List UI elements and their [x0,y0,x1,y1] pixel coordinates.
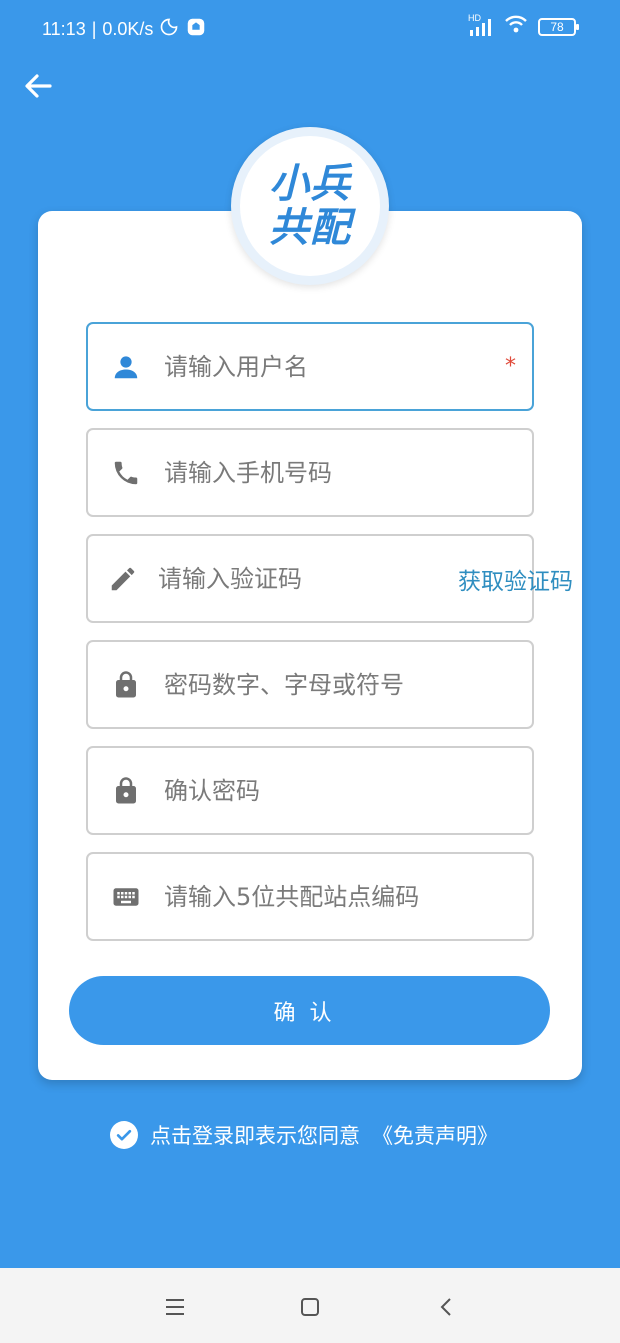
logo-text-line2: 共配 [269,205,351,251]
verification-code-field[interactable]: 获取验证码 [86,534,573,623]
confirm-password-field[interactable] [86,746,534,835]
disclaimer-link[interactable]: 《免责声明》 [372,1120,498,1150]
pencil-icon [108,561,138,597]
back-button[interactable] [22,66,58,106]
logo-text-line1: 小兵 [269,161,351,207]
menu-icon [166,1299,184,1315]
agreement-checkbox[interactable] [110,1121,138,1149]
battery-indicator: 78 [538,17,579,36]
status-right: HD 78 [468,13,579,39]
username-input[interactable] [164,346,505,387]
phone-input[interactable] [164,452,532,493]
arrow-left-icon [25,74,52,98]
app-logo: 小兵 共配 [231,127,389,285]
lock-icon [108,667,144,703]
back-nav-button[interactable] [432,1292,462,1322]
confirm-password-input[interactable] [164,770,532,811]
agreement-row: 点击登录即表示您同意 《免责声明》 [110,1118,498,1152]
cell-signal-icon: HD [468,13,494,37]
password-input[interactable] [164,664,532,705]
phone-field[interactable] [86,428,534,517]
station-code-field[interactable] [86,852,534,941]
get-code-button[interactable]: 获取验证码 [458,562,573,596]
status-bar: 11:13 | 0.0K/s HD 78 [0,0,620,56]
system-nav-bar [0,1268,620,1343]
home-square-icon [301,1298,319,1316]
person-icon [108,349,144,385]
menu-nav-button[interactable] [160,1292,190,1322]
home-nav-button[interactable] [295,1292,325,1322]
status-time: 11:13 [42,19,86,39]
check-icon [116,1129,132,1141]
verification-code-input[interactable] [158,558,458,599]
logo-inner: 小兵 共配 [240,136,380,276]
confirm-button[interactable]: 确认 [69,976,550,1045]
required-mark: * [505,354,516,379]
moon-icon [159,17,179,42]
agreement-text: 点击登录即表示您同意 [150,1124,360,1148]
status-left: 11:13 | 0.0K/s [42,16,207,43]
signal-hd-label: HD [468,12,481,23]
station-code-input[interactable] [164,876,532,917]
vpn-shield-icon [185,16,207,43]
wifi-icon [504,14,528,39]
keyboard-icon [108,879,144,915]
status-divider: | [91,19,97,39]
status-speed: 0.0K/s [102,19,154,39]
chevron-left-icon [440,1298,451,1316]
lock-icon [108,773,144,809]
password-field[interactable] [86,640,534,729]
phone-icon [108,455,144,491]
username-field[interactable]: * [86,322,534,411]
